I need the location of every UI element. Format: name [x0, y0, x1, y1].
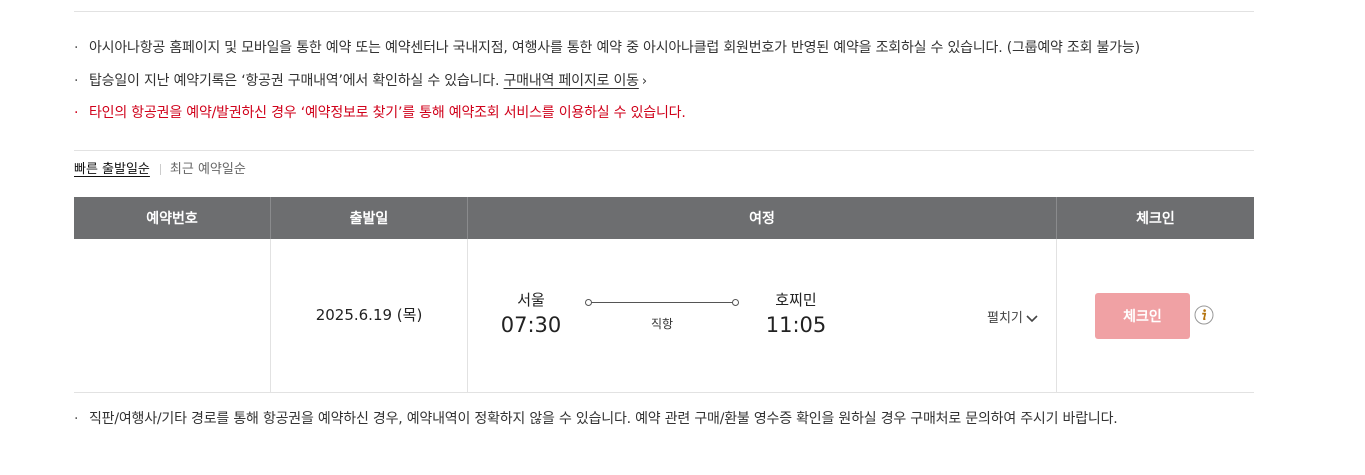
itinerary-cell: 서울 07:30 직항 호찌민 11:05 펼치기	[468, 239, 1057, 392]
info-icon[interactable]	[1194, 305, 1214, 325]
sort-options: 빠른 출발일순 최근 예약일순	[74, 160, 246, 180]
chevron-right-icon: ›	[641, 74, 647, 89]
table-row: 2025.6.19 (목) 서울 07:30 직항 호찌민 11:05 펼치기	[74, 239, 1254, 393]
checkin-cell: 체크인	[1057, 239, 1254, 392]
route-line	[591, 302, 733, 303]
notice-text-3: 타인의 항공권을 예약/발권하신 경우 ‘예약정보로 찾기’를 통해 예약조회 …	[89, 105, 686, 121]
sort-separator	[159, 164, 161, 175]
departure-date: 2025.6.19 (목)	[315, 306, 423, 324]
notice-line-2: · 탑승일이 지난 예약기록은 ‘항공권 구매내역’에서 확인하실 수 있습니다.…	[74, 71, 1254, 92]
section-divider	[74, 150, 1254, 151]
sort-reservation-date[interactable]: 최근 예약일순	[170, 162, 246, 177]
bottom-notice: · 직판/여행사/기타 경로를 통해 항공권을 예약하신 경우, 예약내역이 정확…	[74, 409, 1118, 429]
purchase-history-link[interactable]: 구매내역 페이지로 이동	[504, 73, 640, 89]
header-reservation-number: 예약번호	[74, 197, 271, 239]
notice-text-1: 아시아나항공 홈페이지 및 모바일을 통한 예약 또는 예약센터나 국내지점, …	[89, 40, 1140, 56]
flight-segment: 서울 07:30 직항 호찌민 11:05 펼치기	[468, 197, 1057, 350]
bullet: ·	[74, 105, 79, 121]
bottom-notice-text: 직판/여행사/기타 경로를 통해 항공권을 예약하신 경우, 예약내역이 정확하…	[89, 411, 1118, 427]
bullet: ·	[74, 40, 79, 56]
reservation-table: 예약번호 출발일 여정 체크인 2025.6.19 (목) 서울 07:30 직…	[74, 197, 1254, 393]
departure-city: 서울	[517, 291, 545, 309]
arrival-city: 호찌민	[775, 291, 817, 309]
bullet: ·	[74, 411, 79, 427]
header-departure-date: 출발일	[271, 197, 468, 239]
notice-line-3: · 타인의 항공권을 예약/발권하신 경우 ‘예약정보로 찾기’를 통해 예약조회…	[74, 103, 1254, 123]
expand-label: 펼치기	[987, 311, 1023, 326]
departure-date-cell: 2025.6.19 (목)	[271, 239, 468, 392]
notice-text-2: 탑승일이 지난 예약기록은 ‘항공권 구매내역’에서 확인하실 수 있습니다.	[89, 73, 500, 89]
route-end-dot	[732, 299, 739, 306]
notice-line-1: · 아시아나항공 홈페이지 및 모바일을 통한 예약 또는 예약센터나 국내지점,…	[74, 38, 1254, 58]
reservation-number-cell	[74, 239, 271, 392]
bullet: ·	[74, 73, 79, 89]
route-type: 직항	[650, 317, 674, 331]
expand-button[interactable]: 펼치기	[987, 307, 1038, 326]
arrival-time: 11:05	[765, 313, 827, 337]
sort-departure-date[interactable]: 빠른 출발일순	[74, 162, 150, 177]
chevron-down-icon	[1026, 314, 1038, 322]
checkin-button[interactable]: 체크인	[1095, 293, 1190, 339]
header-checkin: 체크인	[1136, 211, 1175, 227]
departure-time: 07:30	[500, 313, 562, 337]
top-divider	[74, 11, 1254, 12]
